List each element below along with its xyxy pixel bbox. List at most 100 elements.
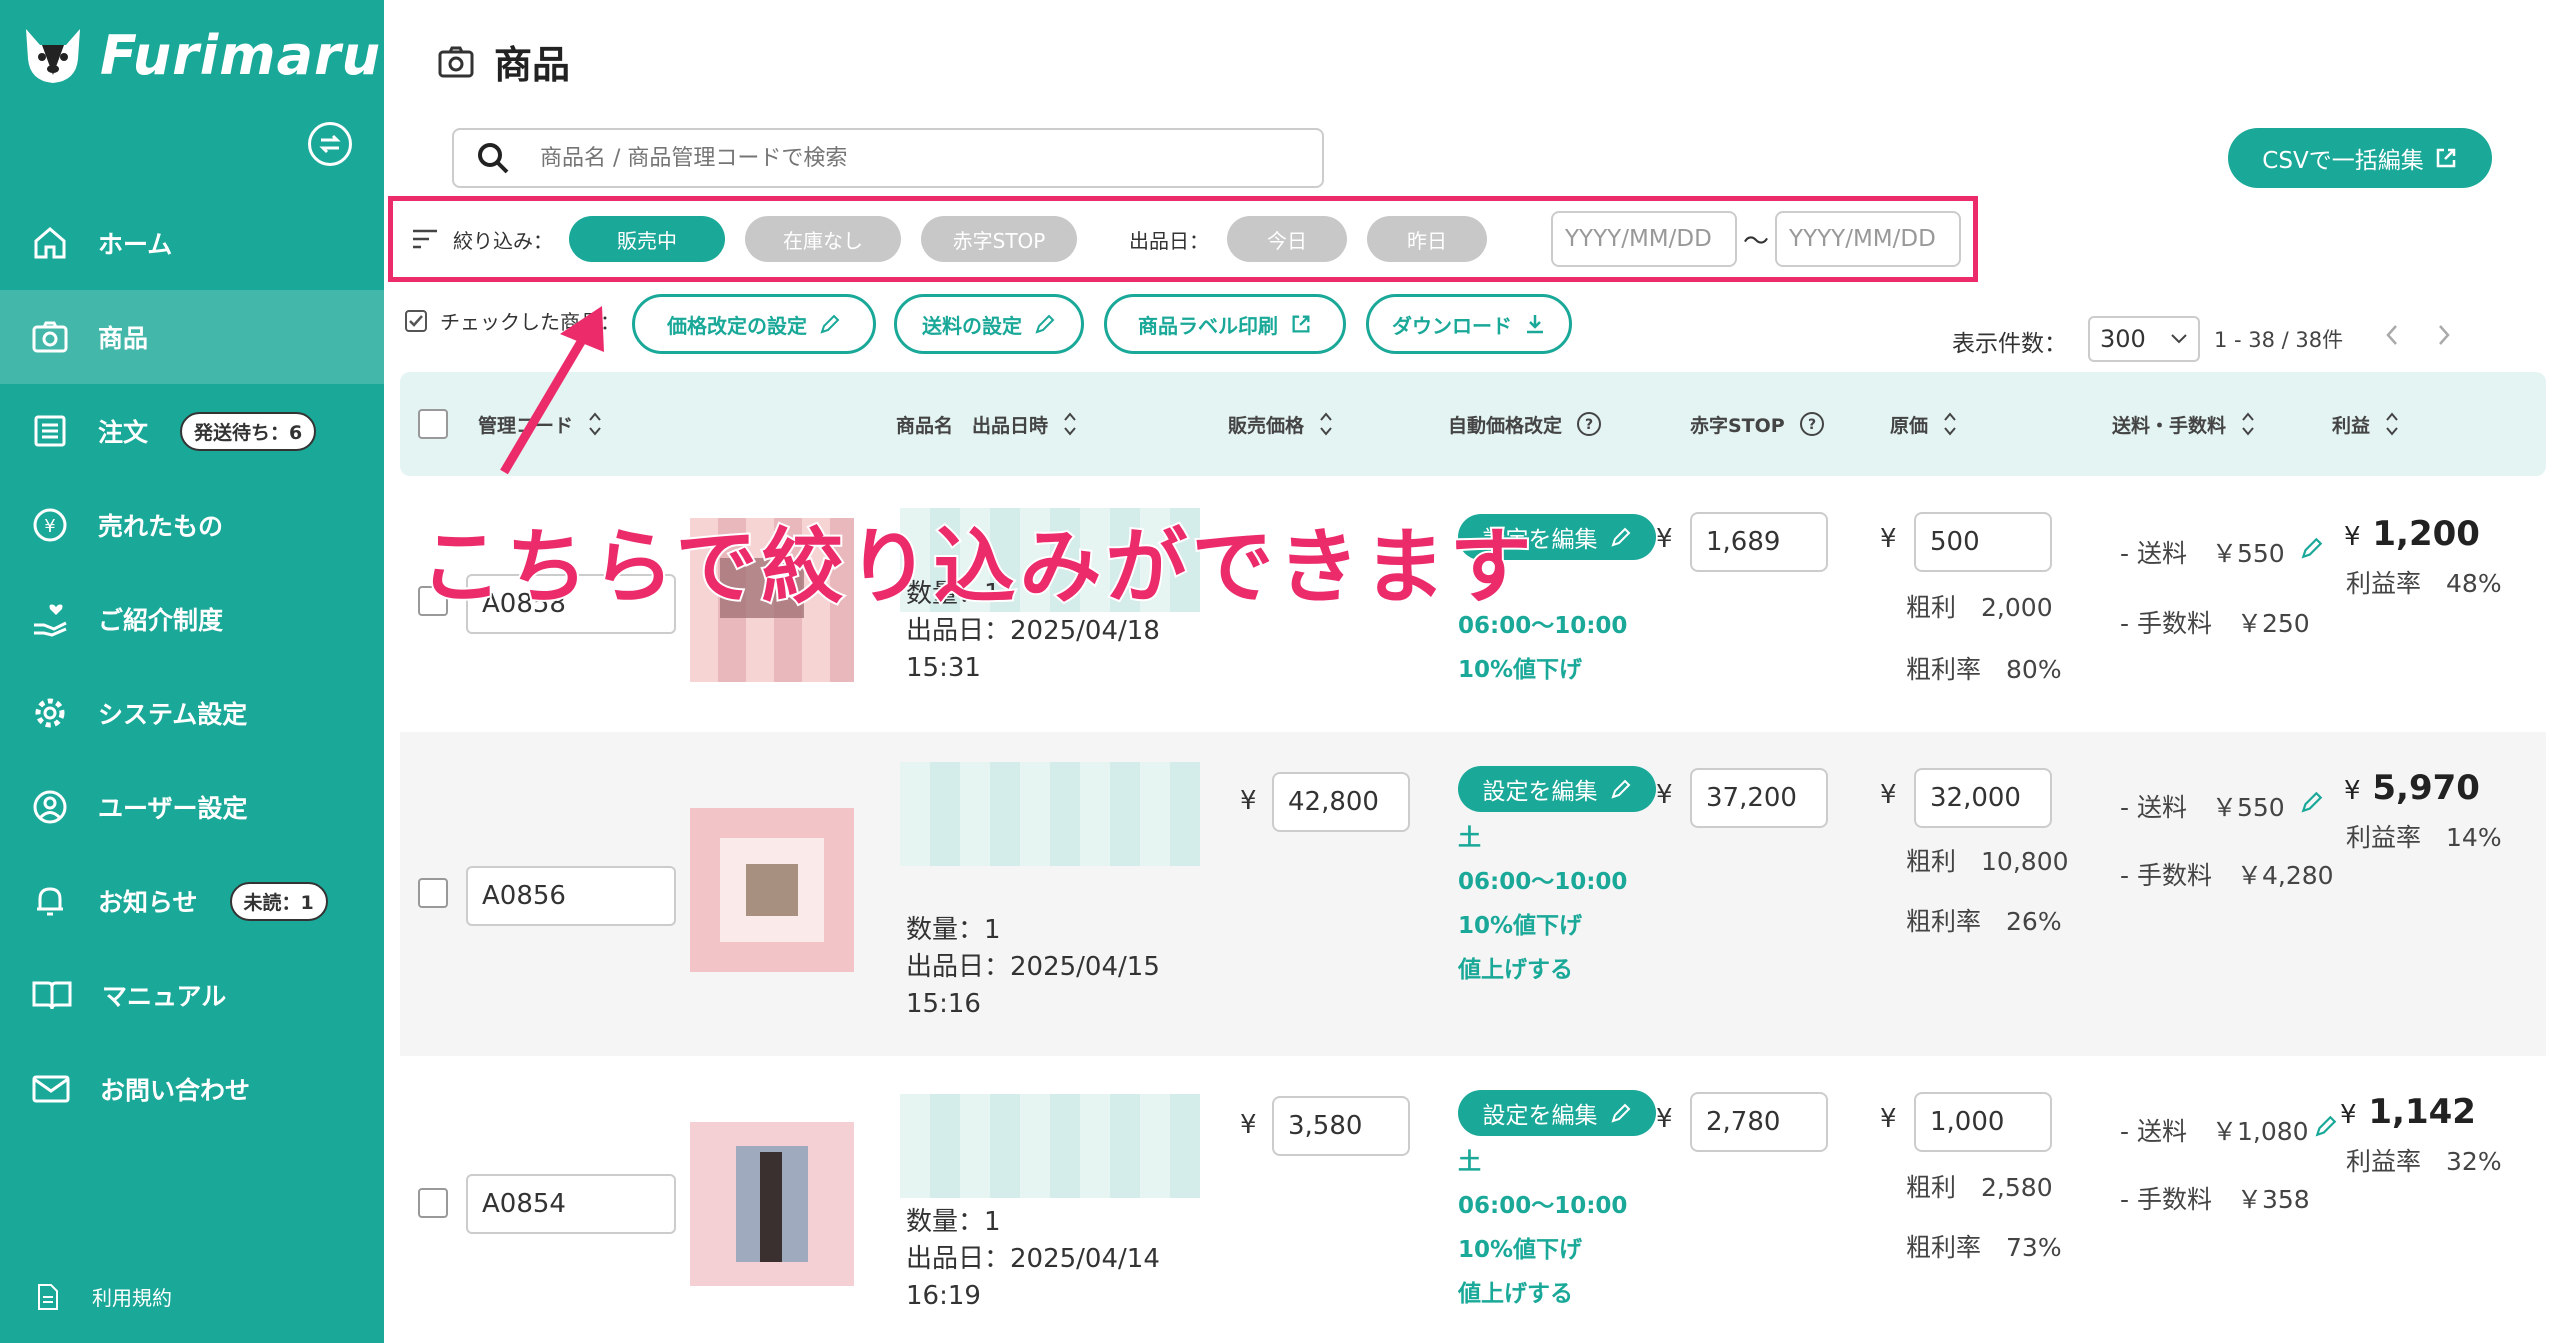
product-meta: 数量：1 出品日：2025/04/14 16:19: [906, 1204, 1160, 1315]
filter-pill-out-of-stock[interactable]: 在庫なし: [745, 216, 901, 262]
help-icon[interactable]: ?: [1799, 411, 1825, 437]
pencil-icon[interactable]: [2300, 536, 2324, 560]
fee-value: ￥4,280: [2236, 861, 2334, 890]
yen-sign: ¥: [1880, 524, 1897, 554]
cost-input[interactable]: 500: [1914, 512, 2052, 572]
next-page-icon[interactable]: [2434, 322, 2454, 348]
filter-pill-loss-stop[interactable]: 赤字STOP: [921, 216, 1077, 262]
svg-text:?: ?: [1585, 417, 1593, 433]
search-input[interactable]: [540, 145, 1240, 171]
sidebar-item-sold[interactable]: ¥ 売れたもの: [0, 478, 384, 572]
profit-value: 1,200: [2372, 514, 2480, 554]
fee: - 手数料 ￥358: [2120, 1180, 2310, 1216]
sidebar-item-products[interactable]: 商品: [0, 290, 384, 384]
sidebar-item-contact[interactable]: お問い合わせ: [0, 1042, 384, 1136]
loss-stop-input[interactable]: 37,200: [1690, 768, 1828, 828]
sidebar-item-home[interactable]: ホーム: [0, 196, 384, 290]
cost-input[interactable]: 1,000: [1914, 1092, 2052, 1152]
cost-input[interactable]: 32,000: [1914, 768, 2052, 828]
help-icon[interactable]: ?: [1576, 411, 1602, 437]
quantity: 数量：1: [906, 1207, 1001, 1237]
select-all-checkbox[interactable]: [418, 372, 448, 476]
sidebar-item-label: システム設定: [98, 700, 248, 729]
edit-auto-price-button[interactable]: 設定を編集: [1458, 1090, 1656, 1136]
logo[interactable]: Furimaru?: [20, 20, 413, 90]
annotation-text: こちらで絞り込みができます: [418, 518, 1536, 617]
date-to-input[interactable]: YYYY/MM/DD: [1775, 211, 1962, 267]
yen-icon: ¥: [33, 508, 67, 542]
sidebar-item-notifications[interactable]: お知らせ 未読：1: [0, 854, 384, 948]
download-label: ダウンロード: [1392, 313, 1512, 338]
edit-label: 設定を編集: [1482, 1103, 1598, 1129]
sync-button[interactable]: [308, 122, 352, 166]
code-input[interactable]: A0854: [466, 1174, 676, 1234]
filter-icon: [413, 229, 437, 249]
terms-link[interactable]: 利用規約: [36, 1282, 172, 1311]
prev-page-icon[interactable]: [2382, 322, 2402, 348]
ship-value: ￥1,080: [2211, 1117, 2309, 1146]
filter-bar: 絞り込み： 販売中 在庫なし 赤字STOP 出品日： 今日 昨日 YYYY/MM…: [388, 196, 1978, 282]
download-button[interactable]: ダウンロード: [1366, 294, 1572, 354]
camera-icon: [32, 321, 68, 353]
gross-value: 2,000: [1981, 593, 2053, 622]
col-cost-label: 原価: [1890, 414, 1929, 437]
product-thumbnail[interactable]: [690, 1122, 854, 1286]
table-header: 管理コード 商品名 出品日時 販売価格 自動価格改定? 赤字STOP? 原価 送…: [400, 372, 2546, 476]
pencil-icon[interactable]: [2314, 1114, 2338, 1138]
sidebar-item-system-settings[interactable]: システム設定: [0, 666, 384, 760]
pencil-icon: [1610, 527, 1630, 547]
loss-stop-input[interactable]: 1,689: [1690, 512, 1828, 572]
col-cost[interactable]: 原価: [1890, 372, 1958, 476]
chevron-down-icon: [2171, 334, 2187, 344]
terms-label: 利用規約: [92, 1286, 172, 1310]
search-box[interactable]: [452, 128, 1324, 188]
mail-icon: [32, 1075, 70, 1103]
fee-label: - 手数料: [2120, 861, 2212, 890]
sidebar-item-referral[interactable]: ご紹介制度: [0, 572, 384, 666]
sidebar-item-label: ユーザー設定: [98, 794, 248, 823]
sidebar-item-orders[interactable]: 注文 発送待ち：6: [0, 384, 384, 478]
price-revision-label: 価格改定の設定: [667, 313, 807, 338]
pencil-icon[interactable]: [2300, 790, 2324, 814]
edit-label: 設定を編集: [1482, 779, 1598, 805]
download-icon: [1527, 315, 1543, 334]
sidebar-item-manual[interactable]: マニュアル: [0, 948, 384, 1042]
price-revision-button[interactable]: 価格改定の設定: [632, 294, 876, 354]
filter-pill-today[interactable]: 今日: [1227, 216, 1347, 262]
edit-auto-price-button[interactable]: 設定を編集: [1458, 766, 1656, 812]
col-profit[interactable]: 利益: [2332, 372, 2400, 476]
list-icon: [34, 415, 66, 447]
loss-stop-input[interactable]: 2,780: [1690, 1092, 1828, 1152]
filter-pill-on-sale[interactable]: 販売中: [569, 216, 725, 262]
checkbox-checked-icon: [405, 309, 427, 332]
row-checkbox[interactable]: [418, 1188, 448, 1218]
profit-rate-value: 48%: [2446, 569, 2502, 598]
code-input[interactable]: A0856: [466, 866, 676, 926]
product-name[interactable]: [900, 762, 1200, 866]
col-name-date[interactable]: 商品名 出品日時: [896, 372, 1078, 476]
print-label-button[interactable]: 商品ラベル印刷: [1104, 294, 1346, 354]
ship-value: ￥550: [2211, 539, 2285, 568]
yen-sign: ¥: [1656, 780, 1673, 810]
csv-bulk-edit-button[interactable]: CSVで一括編集: [2228, 128, 2492, 188]
price-input[interactable]: 42,800: [1272, 772, 1410, 832]
gross-rate-label: 粗利率: [1906, 907, 1982, 936]
price-input[interactable]: 3,580: [1272, 1096, 1410, 1156]
profit-rate: 利益率 32%: [2346, 1142, 2502, 1178]
page-range: 1 - 38 / 38件: [2214, 328, 2344, 352]
filter-pill-yesterday[interactable]: 昨日: [1367, 216, 1487, 262]
date-from-input[interactable]: YYYY/MM/DD: [1551, 211, 1737, 267]
yen-sign: ¥: [1880, 1104, 1897, 1134]
sidebar-item-label: お問い合わせ: [100, 1076, 251, 1105]
unread-badge: 未読：1: [229, 881, 328, 921]
shipping-settings-button[interactable]: 送料の設定: [894, 294, 1084, 354]
row-checkbox[interactable]: [418, 878, 448, 908]
profit: ¥ 5,970: [2344, 768, 2480, 808]
sidebar-item-user-settings[interactable]: ユーザー設定: [0, 760, 384, 854]
col-profit-label: 利益: [2332, 414, 2371, 437]
product-name[interactable]: [900, 1094, 1200, 1198]
product-thumbnail[interactable]: [690, 808, 854, 972]
col-shipping-fee[interactable]: 送料・手数料: [2112, 372, 2256, 476]
col-price[interactable]: 販売価格: [1228, 372, 1334, 476]
per-page-select[interactable]: 300: [2088, 316, 2200, 362]
